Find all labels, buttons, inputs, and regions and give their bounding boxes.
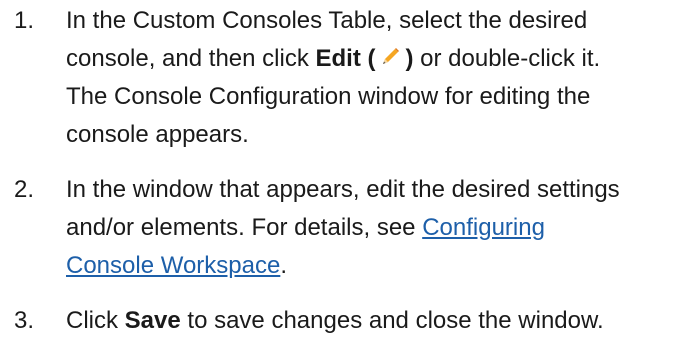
step-line: In the Custom Consoles Table, select the… xyxy=(66,7,588,34)
configuring-console-workspace-link-cont[interactable]: Console Workspace xyxy=(66,252,280,279)
step-number: 1. xyxy=(14,7,35,34)
step-number: 2. xyxy=(14,176,35,203)
text-fragment: Click xyxy=(66,307,125,334)
step-line: console, and then click Edit ( ) or doub… xyxy=(66,40,685,78)
step-text: Click Save to save changes and close the… xyxy=(66,302,685,340)
step-line: In the window that appears, edit the des… xyxy=(66,176,620,203)
step-line: Console Workspace. xyxy=(66,247,685,285)
step-line: Click Save to save changes and close the… xyxy=(66,302,685,340)
step-number: 3. xyxy=(14,307,35,334)
save-label: Save xyxy=(124,307,181,334)
configuring-console-workspace-link[interactable]: Configuring xyxy=(422,214,545,241)
step-line: and/or elements. For details, see Config… xyxy=(66,209,685,247)
text-fragment: console, and then click xyxy=(66,45,316,72)
text-fragment: or double-click it. xyxy=(413,45,601,72)
step-line: The Console Configuration window for edi… xyxy=(66,83,591,110)
text-fragment: and/or elements. For details, see xyxy=(66,214,423,241)
step-line: console appears. xyxy=(66,121,249,148)
text-fragment: to save changes and close the window. xyxy=(180,307,604,334)
edit-label: Edit ( xyxy=(315,45,376,72)
pencil-icon xyxy=(383,48,400,64)
step-text: In the window that appears, edit the des… xyxy=(66,171,685,285)
step-text: In the Custom Consoles Table, select the… xyxy=(66,2,685,154)
text-fragment: . xyxy=(280,252,287,279)
